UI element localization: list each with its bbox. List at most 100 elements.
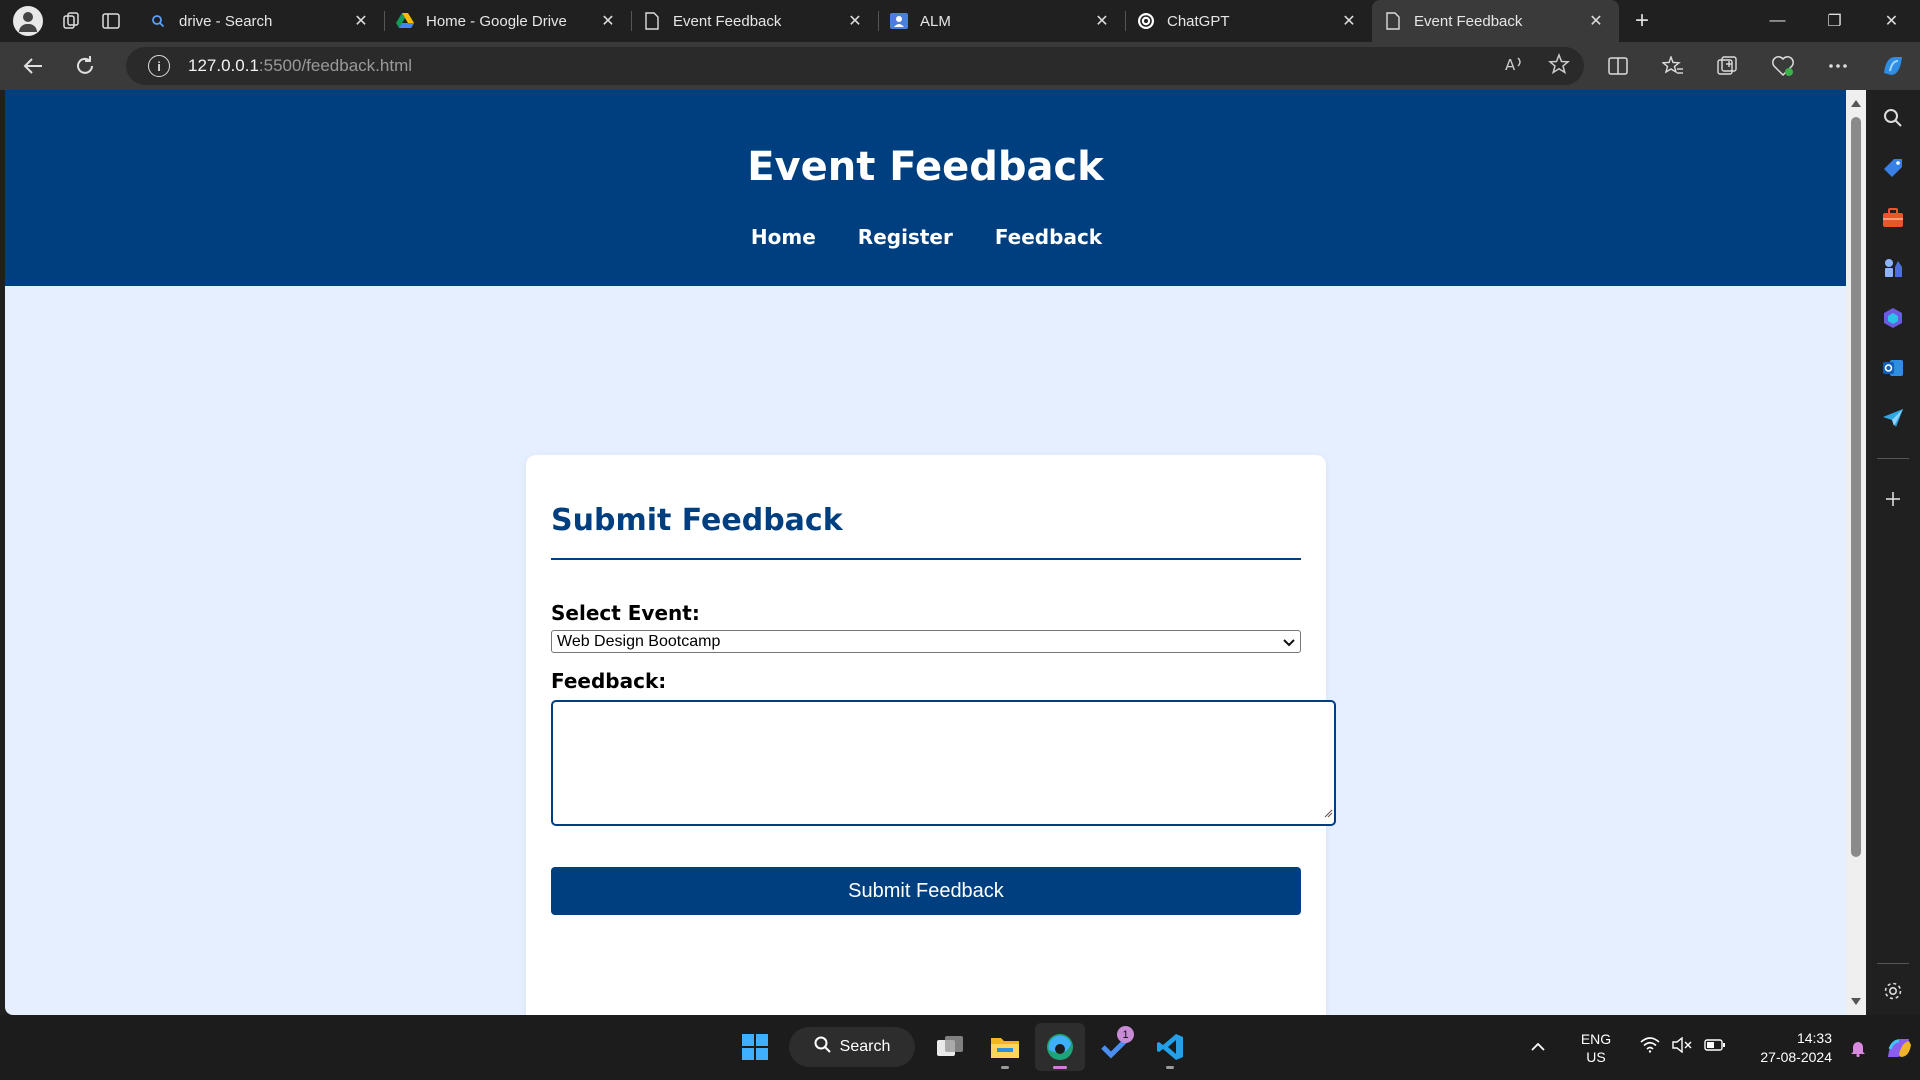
page-icon: [1384, 12, 1402, 30]
feedback-card: Submit Feedback Select Event: Web Design…: [526, 455, 1336, 1015]
nav-link-register[interactable]: Register: [858, 225, 953, 249]
tab-google-drive[interactable]: Home - Google Drive ✕: [384, 0, 631, 42]
search-icon: [149, 12, 167, 30]
new-tab-button[interactable]: +: [1621, 7, 1663, 35]
browser-essentials-icon[interactable]: [1755, 46, 1810, 86]
taskbar-apps: Search 1: [730, 1023, 1200, 1071]
search-icon: [814, 1036, 832, 1059]
feedback-label: Feedback:: [551, 669, 667, 693]
chatgpt-icon: [1137, 12, 1155, 30]
collections-icon[interactable]: [1700, 46, 1755, 86]
close-tab-icon[interactable]: ✕: [1587, 11, 1605, 31]
close-tab-icon[interactable]: ✕: [846, 11, 864, 31]
event-select[interactable]: Web Design Bootcamp: [551, 630, 1301, 653]
sidebar-search-icon[interactable]: [1879, 104, 1907, 132]
google-drive-icon: [396, 12, 414, 30]
url-text[interactable]: 127.0.0.1:5500/feedback.html: [188, 56, 412, 76]
nav-link-feedback[interactable]: Feedback: [995, 225, 1102, 249]
notification-count-badge: 1: [1117, 1026, 1134, 1043]
copilot-icon[interactable]: [1865, 46, 1920, 86]
taskbar-search-button[interactable]: Search: [789, 1027, 915, 1067]
edge-browser-icon[interactable]: [1035, 1023, 1085, 1071]
restore-icon[interactable]: ❐: [1806, 0, 1863, 42]
page-scrollbar[interactable]: [1846, 90, 1866, 1015]
tray-status-icons[interactable]: [1640, 1036, 1726, 1058]
tab-alm[interactable]: ALM ✕: [878, 0, 1125, 42]
file-explorer-icon[interactable]: [980, 1023, 1030, 1071]
favorites-icon[interactable]: [1645, 46, 1700, 86]
vertical-tabs-icon[interactable]: [91, 5, 131, 37]
notification-bell-icon[interactable]: [1844, 1039, 1872, 1057]
more-menu-icon[interactable]: [1810, 46, 1865, 86]
nav-link-home[interactable]: Home: [751, 225, 816, 249]
tools-briefcase-icon[interactable]: [1879, 204, 1907, 232]
games-chess-icon[interactable]: [1879, 254, 1907, 282]
language-code: ENG: [1580, 1030, 1612, 1047]
add-sidebar-app-icon[interactable]: [1879, 485, 1907, 513]
close-tab-icon[interactable]: ✕: [1340, 11, 1358, 31]
show-hidden-icons-chevron-up-icon[interactable]: [1520, 1039, 1556, 1057]
close-tab-icon[interactable]: ✕: [1093, 11, 1111, 31]
tab-title: drive - Search: [179, 12, 273, 30]
region-code: US: [1586, 1048, 1606, 1065]
tab-title: Event Feedback: [1414, 12, 1523, 30]
task-view-icon[interactable]: [925, 1023, 975, 1071]
running-indicator: [1001, 1066, 1009, 1069]
sidebar-divider: [1877, 963, 1909, 964]
close-tab-icon[interactable]: ✕: [352, 11, 370, 31]
feedback-textarea[interactable]: [551, 700, 1336, 826]
outlook-icon[interactable]: [1879, 354, 1907, 382]
system-clock[interactable]: 14:33 27-08-2024: [1746, 1029, 1832, 1067]
resize-grip-icon[interactable]: [1323, 805, 1333, 823]
clock-date: 27-08-2024: [1760, 1048, 1832, 1065]
sidebar-settings-gear-icon[interactable]: [1879, 977, 1907, 1005]
wifi-icon[interactable]: [1640, 1037, 1660, 1058]
tab-event-feedback-active[interactable]: Event Feedback ✕: [1372, 0, 1619, 42]
close-window-icon[interactable]: ✕: [1863, 0, 1920, 42]
windows-start-icon[interactable]: [730, 1023, 780, 1071]
page-icon: [643, 12, 661, 30]
tab-event-feedback[interactable]: Event Feedback ✕: [631, 0, 878, 42]
microsoft-365-icon[interactable]: [1879, 304, 1907, 332]
split-screen-icon[interactable]: [1590, 46, 1645, 86]
taskbar-search-label: Search: [839, 1038, 891, 1055]
vscode-icon[interactable]: [1145, 1023, 1195, 1071]
clock-time: 14:33: [1796, 1029, 1832, 1046]
copilot-tray-icon[interactable]: [1878, 1035, 1920, 1061]
read-aloud-icon[interactable]: A: [1504, 54, 1526, 79]
back-icon[interactable]: [10, 46, 56, 86]
send-drop-icon[interactable]: [1879, 404, 1907, 432]
close-tab-icon[interactable]: ✕: [599, 11, 617, 31]
minimize-icon[interactable]: —: [1749, 0, 1806, 42]
running-indicator: [1166, 1066, 1174, 1069]
address-bar[interactable]: i 127.0.0.1:5500/feedback.html A: [126, 47, 1584, 85]
windows-taskbar: Search 1 ENG US 14:33 27-08-2024: [0, 1015, 1920, 1080]
shopping-tag-icon[interactable]: [1879, 154, 1907, 182]
profile-avatar[interactable]: [13, 6, 43, 36]
language-indicator[interactable]: ENG US: [1566, 1030, 1626, 1066]
sidebar-divider: [1877, 458, 1909, 459]
scroll-down-arrow-icon[interactable]: [1851, 998, 1861, 1005]
select-event-label: Select Event:: [551, 601, 700, 625]
contacts-icon: [890, 12, 908, 30]
card-heading: Submit Feedback: [551, 503, 843, 538]
tab-title: ChatGPT: [1167, 12, 1230, 30]
scrollbar-thumb[interactable]: [1851, 117, 1861, 857]
todo-icon[interactable]: 1: [1090, 1023, 1140, 1071]
refresh-icon[interactable]: [62, 46, 108, 86]
tab-title: Event Feedback: [673, 12, 782, 30]
window-controls: — ❐ ✕: [1749, 0, 1920, 42]
site-info-icon[interactable]: i: [148, 55, 170, 77]
volume-muted-icon[interactable]: [1672, 1036, 1692, 1058]
scroll-up-arrow-icon[interactable]: [1851, 100, 1861, 107]
favorite-star-icon[interactable]: [1548, 52, 1570, 80]
tab-chatgpt[interactable]: ChatGPT ✕: [1125, 0, 1372, 42]
submit-feedback-button[interactable]: Submit Feedback: [551, 867, 1301, 915]
tab-drive-search[interactable]: drive - Search ✕: [137, 0, 384, 42]
toolbar-right: [1590, 42, 1920, 90]
browser-toolbar: i 127.0.0.1:5500/feedback.html A: [0, 42, 1920, 90]
browser-tab-strip: drive - Search ✕ Home - Google Drive ✕ E…: [0, 0, 1920, 42]
workspaces-icon[interactable]: [51, 5, 91, 37]
heading-divider: [551, 558, 1301, 560]
battery-icon[interactable]: [1704, 1038, 1726, 1057]
